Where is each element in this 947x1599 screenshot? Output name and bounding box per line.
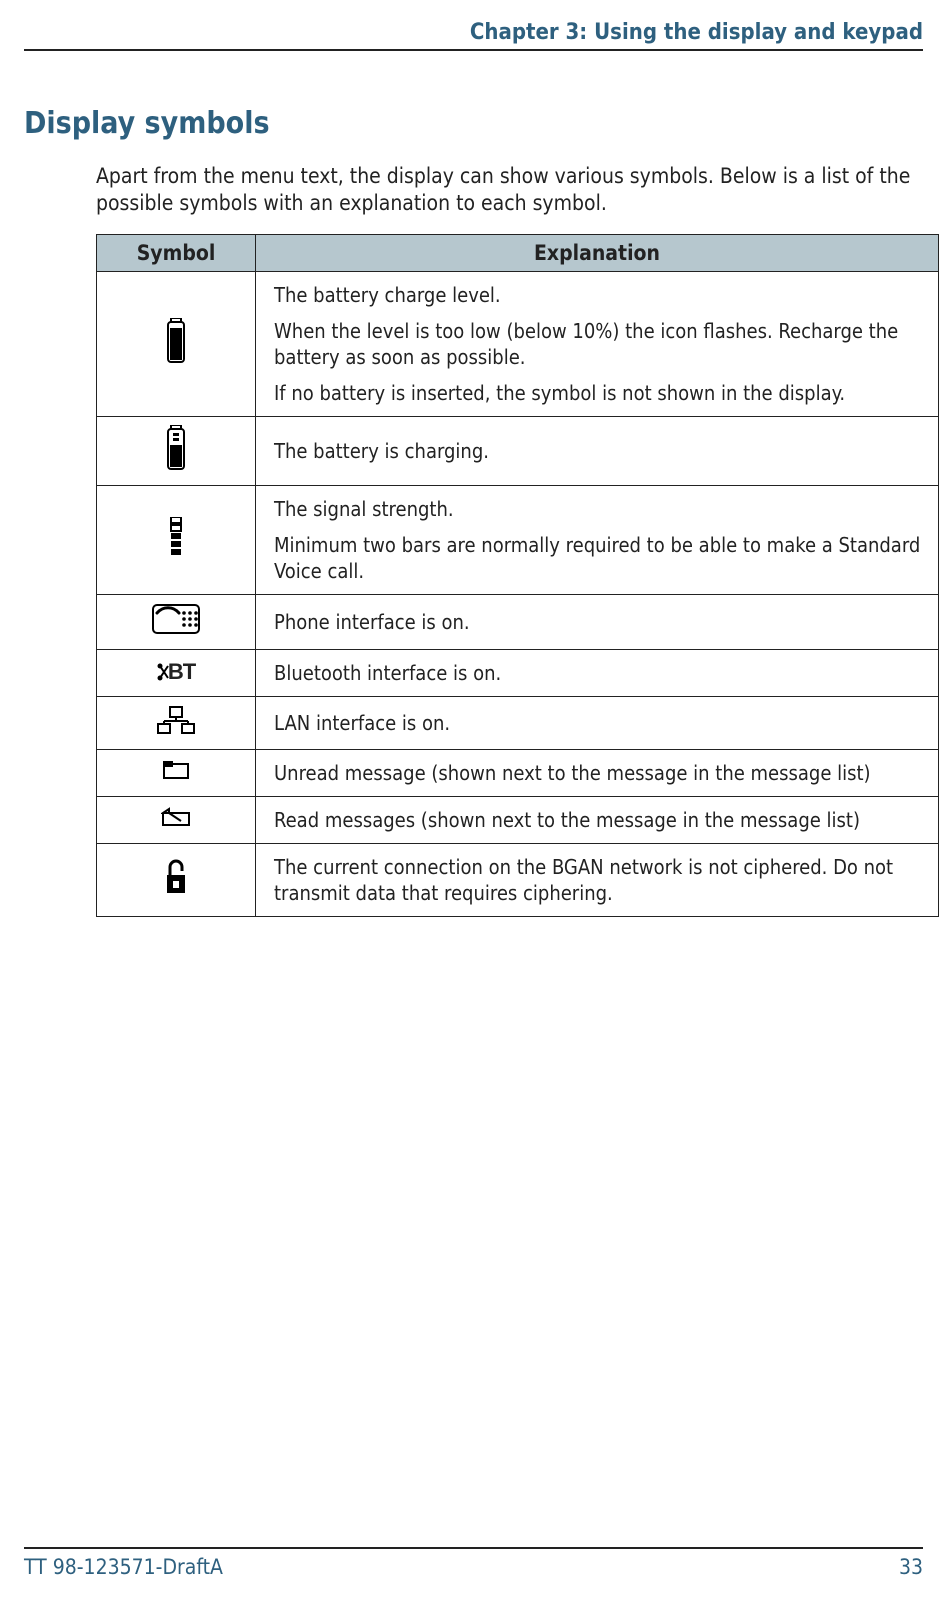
explanation-cell: Phone interface is on. (256, 594, 939, 649)
read-message-icon (161, 807, 191, 833)
battery-icon (166, 318, 186, 370)
intro-paragraph: Apart from the menu text, the display ca… (96, 163, 923, 218)
bluetooth-icon: BT (157, 658, 195, 687)
table-row: BT Bluetooth interface is on. (97, 649, 939, 696)
chapter-title: Chapter 3: Using the display and keypad (470, 20, 923, 45)
explanation-cell: Read messages (shown next to the message… (256, 796, 939, 843)
symbols-table: Symbol Explanation The battery (96, 234, 939, 917)
section-heading: Display symbols (24, 106, 923, 141)
signal-strength-icon (161, 517, 191, 563)
not-ciphered-icon (162, 857, 190, 903)
explanation-cell: Bluetooth interface is on. (256, 649, 939, 696)
table-row: The current connection on the BGAN netwo… (97, 843, 939, 916)
table-row: Read messages (shown next to the message… (97, 796, 939, 843)
explanation-cell: The signal strength. Minimum two bars ar… (256, 485, 939, 594)
explanation-cell: The current connection on the BGAN netwo… (256, 843, 939, 916)
explanation-cell: Unread message (shown next to the messag… (256, 749, 939, 796)
table-row: The battery is charging. (97, 416, 939, 485)
page-content: Display symbols Apart from the menu text… (24, 51, 923, 917)
phone-interface-icon (151, 603, 201, 641)
explanation-cell: LAN interface is on. (256, 696, 939, 749)
lan-icon (156, 705, 196, 741)
table-row: LAN interface is on. (97, 696, 939, 749)
col-explanation-header: Explanation (256, 234, 939, 271)
page-header: Chapter 3: Using the display and keypad (24, 0, 923, 51)
unread-message-icon (162, 760, 190, 786)
table-row: The battery charge level. When the level… (97, 271, 939, 416)
explanation-cell: The battery charge level. When the level… (256, 271, 939, 416)
doc-id: TT 98-123571-DraftA (24, 1555, 223, 1579)
page-footer: TT 98-123571-DraftA 33 (24, 1547, 923, 1579)
table-row: Unread message (shown next to the messag… (97, 749, 939, 796)
col-symbol-header: Symbol (97, 234, 256, 271)
table-row: The signal strength. Minimum two bars ar… (97, 485, 939, 594)
page-number: 33 (899, 1555, 923, 1579)
battery-charging-icon (166, 425, 186, 477)
table-row: Phone interface is on. (97, 594, 939, 649)
explanation-cell: The battery is charging. (256, 416, 939, 485)
